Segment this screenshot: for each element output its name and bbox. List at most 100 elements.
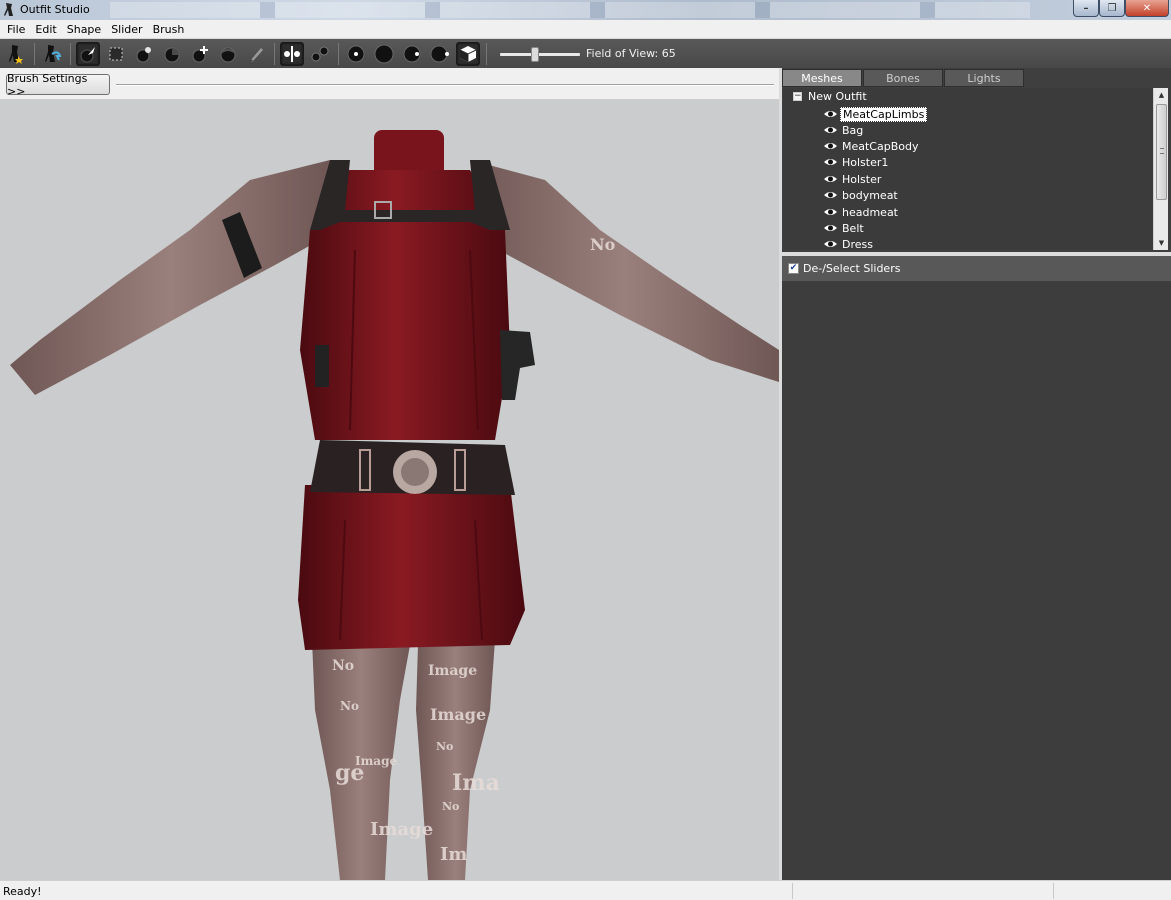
toolbar-separator (70, 42, 71, 65)
move-brush-button[interactable] (188, 42, 212, 66)
weight-brush-button[interactable] (244, 42, 268, 66)
visibility-eye-icon[interactable] (823, 125, 838, 135)
dress-skirt (298, 485, 525, 650)
tree-item-label: MeatCapBody (842, 139, 919, 153)
tree-item-label: Holster (842, 172, 882, 186)
inflate-brush-icon (136, 46, 151, 62)
tree-item-dress[interactable]: Dress (823, 236, 875, 250)
menu-slider[interactable]: Slider (106, 23, 147, 36)
connected-only-button[interactable] (308, 42, 332, 66)
status-divider (792, 883, 793, 899)
close-button[interactable]: ✕ (1125, 0, 1169, 17)
inflate-brush-button[interactable] (132, 42, 156, 66)
scrollbar-grip (1160, 148, 1164, 154)
deflate-brush-button[interactable] (160, 42, 184, 66)
load-project-button[interactable] (40, 42, 64, 66)
tree-root[interactable]: − New Outfit (793, 90, 867, 103)
menu-brush[interactable]: Brush (148, 23, 190, 36)
visibility-eye-icon[interactable] (823, 109, 838, 119)
texture-overlay-text: No (332, 658, 354, 674)
tab-lights[interactable]: Lights (944, 69, 1024, 87)
mask-brush-button[interactable] (104, 42, 128, 66)
menu-file[interactable]: File (2, 23, 30, 36)
texture-overlay-text: No (590, 235, 616, 254)
new-project-button[interactable] (4, 42, 28, 66)
texture-overlay-text: Image (428, 663, 477, 679)
scroll-down-arrow-icon[interactable]: ▼ (1154, 236, 1169, 250)
field-of-view-label: Field of View: 65 (586, 47, 676, 60)
point-large-icon (374, 44, 394, 63)
point-small-button[interactable] (428, 42, 452, 66)
visibility-eye-icon[interactable] (823, 141, 838, 151)
left-arm (10, 160, 330, 395)
tree-item-belt[interactable]: Belt (823, 220, 866, 236)
brush-settings-button[interactable]: Brush Settings >> (6, 72, 110, 98)
status-text: Ready! (3, 885, 42, 898)
tree-item-label: bodymeat (842, 188, 898, 202)
brush-settings-bar: Brush Settings >> (0, 68, 779, 100)
tree-item-holster1[interactable]: Holster1 (823, 154, 890, 170)
panel-tabs: Meshes Bones Lights (782, 69, 1025, 87)
cube-view-button[interactable] (456, 41, 480, 66)
toolbar-separator (34, 42, 35, 65)
menu-edit[interactable]: Edit (30, 23, 61, 36)
weight-brush-icon (249, 47, 263, 62)
minimize-button[interactable]: – (1073, 0, 1099, 17)
visibility-eye-icon[interactable] (823, 207, 838, 217)
slider-track (500, 52, 580, 56)
visibility-eye-icon[interactable] (823, 174, 838, 184)
deflate-brush-icon (164, 47, 180, 62)
tree-item-meatcaplimbs[interactable]: MeatCapLimbs (823, 106, 928, 122)
tree-item-bodymeat[interactable]: bodymeat (823, 187, 900, 203)
texture-overlay-text: Image (370, 819, 433, 840)
visibility-eye-icon[interactable] (823, 223, 838, 233)
brush-settings-divider (116, 84, 774, 86)
point-medium-button[interactable] (400, 42, 424, 66)
smooth-brush-button[interactable] (216, 42, 240, 66)
toolbar-separator (274, 42, 275, 65)
window-title: Outfit Studio (20, 3, 90, 16)
x-mirror-button[interactable] (280, 41, 304, 66)
holster-right (500, 330, 535, 400)
texture-overlay-text: Ima (452, 770, 500, 796)
vertex-dot-button[interactable] (344, 42, 368, 66)
scrollbar-thumb[interactable] (1156, 104, 1167, 200)
slider-thumb[interactable] (531, 46, 539, 62)
menu-shape[interactable]: Shape (62, 23, 106, 36)
point-medium-icon (403, 45, 421, 62)
tree-item-label: Dress (842, 237, 873, 251)
collapse-icon[interactable]: − (793, 92, 802, 101)
select-brush-button[interactable] (76, 41, 100, 66)
visibility-eye-icon[interactable] (823, 190, 838, 200)
vertex-dot-icon (347, 45, 365, 62)
menu-bar: File Edit Shape Slider Brush (0, 20, 1171, 39)
tab-meshes[interactable]: Meshes (782, 69, 862, 87)
tree-item-label: Holster1 (842, 155, 889, 169)
toolbar-separator (486, 42, 487, 65)
tree-item-meatcapbody[interactable]: MeatCapBody (823, 138, 920, 154)
select-sliders-label: De-/Select Sliders (803, 262, 901, 275)
point-small-icon (430, 45, 449, 62)
visibility-eye-icon[interactable] (823, 157, 838, 167)
texture-overlay-text: No (340, 699, 359, 713)
field-of-view-slider[interactable] (500, 44, 580, 64)
toolbar-separator (338, 42, 339, 65)
point-large-button[interactable] (372, 42, 396, 66)
3d-viewport[interactable]: No Image No Image No Image Ima No ge Ima… (0, 100, 779, 880)
tree-item-headmeat[interactable]: headmeat (823, 204, 900, 220)
background-taskbar-tabs (110, 2, 1030, 18)
tree-item-holster[interactable]: Holster (823, 171, 883, 187)
x-mirror-icon (284, 45, 300, 62)
toolbar: Field of View: 65 (0, 39, 1171, 68)
tree-scrollbar[interactable]: ▲ ▼ (1153, 88, 1168, 250)
maximize-button[interactable]: ❐ (1099, 0, 1125, 17)
new-project-icon (9, 44, 23, 64)
tree-item-bag[interactable]: Bag (823, 122, 865, 138)
title-bar: Outfit Studio – ❐ ✕ (0, 0, 1171, 20)
slider-select-header[interactable]: ✔ De-/Select Sliders (782, 256, 1171, 281)
tab-bones[interactable]: Bones (863, 69, 943, 87)
visibility-eye-icon[interactable] (823, 239, 838, 249)
scroll-up-arrow-icon[interactable]: ▲ (1154, 88, 1169, 102)
mask-brush-icon (109, 47, 123, 60)
select-sliders-checkbox[interactable]: ✔ (788, 263, 799, 274)
